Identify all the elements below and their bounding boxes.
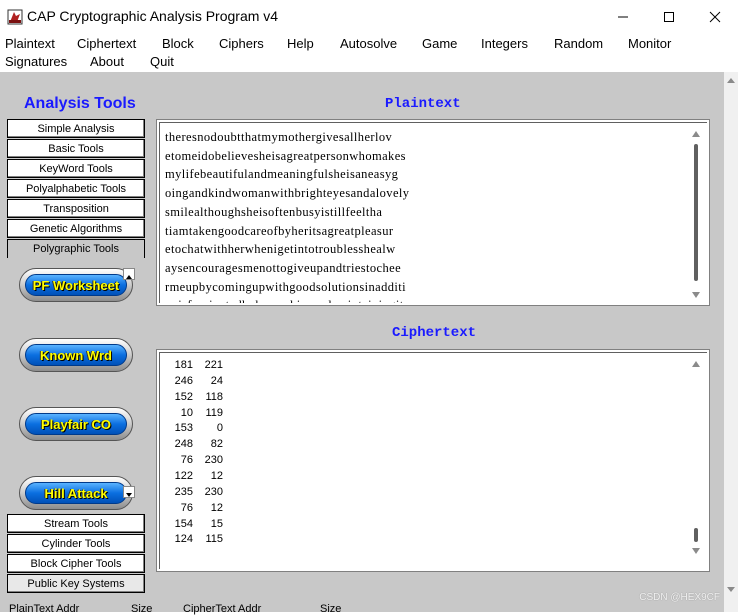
ciphertext-addr-label: CipherText Addr [183,603,262,615]
scroll-up-icon[interactable] [727,78,735,83]
ciphertext-textarea[interactable]: 181 221 246 24 152 118 10 119 153 0 248 82 76 2… [156,349,710,572]
plaintext-line: etomeidobelievesheisagreatpersonwhomakes [165,149,406,163]
playfair-co-label: Playfair CO [40,416,112,432]
menu-about[interactable]: About [90,54,124,69]
tool-polyalphabetic-tools[interactable]: Polyalphabetic Tools [7,179,145,198]
ciphertext-scroll-down-icon[interactable] [692,548,700,554]
pf-worksheet-label: PF Worksheet [32,277,120,293]
known-wrd-button[interactable]: Known Wrd [19,338,133,372]
maximize-icon [664,12,674,22]
plaintext-line: tiamtakengoodcareofbyheritsagreatpleasur [165,224,394,238]
scroll-down-icon[interactable] [727,587,735,592]
tool-block-cipher-tools[interactable]: Block Cipher Tools [7,554,145,573]
close-icon [709,11,721,23]
window-scrollbar[interactable] [724,72,738,612]
plaintext-line: onisfascinatedbyhomeskinsandmaintainingi… [165,298,404,305]
menu-monitor[interactable]: Monitor [628,36,671,51]
plaintext-line: oingandkindwomanwithbrighteyesandalovely [165,186,410,200]
playfair-co-button[interactable]: Playfair CO [19,407,133,441]
plaintext-scroll-up-icon[interactable] [692,131,700,137]
plaintext-line: mylifebeautifulandmeaningfulsheisaneasyg [165,167,399,181]
panel-scroll-up-icon[interactable] [123,268,135,280]
menu-help[interactable]: Help [287,36,314,51]
tool-genetic-algorithms[interactable]: Genetic Algorithms [7,219,145,238]
tool-stream-tools[interactable]: Stream Tools [7,514,145,533]
plaintext-line: aysencouragesmenottogiveupandtriestochee [165,261,402,275]
title-bar: CAP Cryptographic Analysis Program v4 [0,0,738,34]
menu-random[interactable]: Random [554,36,603,51]
menu-signatures[interactable]: Signatures [5,54,67,69]
menu-game[interactable]: Game [422,36,457,51]
plaintext-scroll-thumb[interactable] [694,144,698,281]
tool-simple-analysis[interactable]: Simple Analysis [7,119,145,138]
app-icon [7,9,23,25]
window-title: CAP Cryptographic Analysis Program v4 [27,8,279,24]
plaintext-line: etochatwithherwhenigetintotroublesshealw [165,242,396,256]
tool-cylinder-tools[interactable]: Cylinder Tools [7,534,145,553]
minimize-button[interactable] [600,0,646,34]
menu-autosolve[interactable]: Autosolve [340,36,397,51]
minimize-icon [618,16,628,18]
menu-bar: Plaintext Ciphertext Block Ciphers Help … [0,34,738,72]
plaintext-size-label: Size [131,603,153,615]
tool-basic-tools[interactable]: Basic Tools [7,139,145,158]
plaintext-line: rmeupbycomingupwithgoodsolutionsinadditi [165,280,406,294]
tool-transposition[interactable]: Transposition [7,199,145,218]
tool-keyword-tools[interactable]: KeyWord Tools [7,159,145,178]
menu-plaintext[interactable]: Plaintext [5,36,55,51]
plaintext-title: Plaintext [385,96,461,112]
ciphertext-scroll-thumb[interactable] [694,528,698,542]
polygraphic-tools-panel: PF Worksheet Known Wrd Playfair CO Hill … [7,258,145,513]
menu-block[interactable]: Block [162,36,194,51]
hill-attack-button[interactable]: Hill Attack [19,476,133,510]
menu-quit[interactable]: Quit [150,54,174,69]
plaintext-line: theresnodoubtthatmymothergivesallherlov [165,130,393,144]
plaintext-addr-label: PlainText Addr [9,603,80,615]
plaintext-scroll-down-icon[interactable] [692,292,700,298]
watermark: CSDN @HEX9CF [639,592,720,603]
known-wrd-label: Known Wrd [40,347,112,363]
panel-scroll-down-icon[interactable] [123,486,135,498]
analysis-tools-heading: Analysis Tools [24,95,136,112]
pf-worksheet-button[interactable]: PF Worksheet [19,268,133,302]
menu-integers[interactable]: Integers [481,36,528,51]
close-button[interactable] [692,0,738,34]
tool-public-key-systems[interactable]: Public Key Systems [7,574,145,593]
ciphertext-size-label: Size [320,603,342,615]
hill-attack-label: Hill Attack [44,485,108,501]
maximize-button[interactable] [646,0,692,34]
menu-ciphertext[interactable]: Ciphertext [77,36,136,51]
ciphertext-scroll-up-icon[interactable] [692,361,700,367]
menu-ciphers[interactable]: Ciphers [219,36,264,51]
plaintext-line: smilealthoughsheisoftenbusyistillfeeltha [165,205,383,219]
plaintext-textarea[interactable]: theresnodoubtthatmymothergivesallherlov … [156,119,710,306]
tool-polygraphic-tools[interactable]: Polygraphic Tools [7,239,145,258]
ciphertext-title: Ciphertext [392,325,477,341]
